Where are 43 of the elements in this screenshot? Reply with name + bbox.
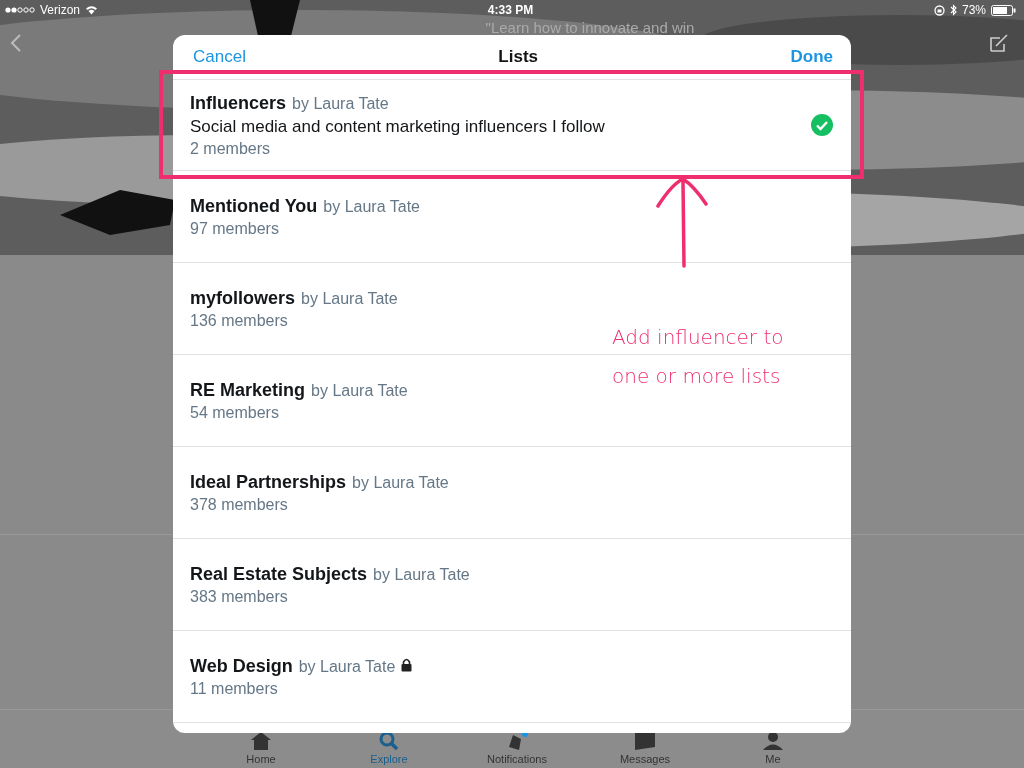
cancel-button[interactable]: Cancel — [193, 47, 246, 67]
member-count: 378 members — [190, 495, 289, 514]
list-name: Mentioned You — [190, 195, 318, 217]
battery-percent: 73% — [961, 3, 986, 17]
member-count: 383 members — [190, 587, 289, 606]
tab-item[interactable]: Explore — [325, 710, 453, 768]
list-owner: by Laura Tate — [298, 657, 396, 676]
tab-item[interactable]: Messages — [581, 710, 709, 768]
tab-item[interactable]: Home — [197, 710, 325, 768]
member-count: 136 members — [190, 311, 289, 330]
tab-item[interactable]: Me — [709, 710, 837, 768]
clock-time: 4:33 PM — [487, 3, 534, 17]
list-name: myfollowers — [190, 287, 296, 309]
done-button[interactable]: Done — [790, 47, 833, 67]
list-description: Social media and content marketing influencers I follow — [190, 116, 606, 137]
list-owner: by Laura Tate — [311, 381, 408, 400]
list-name: RE Marketing — [190, 379, 306, 401]
list-owner: by Laura Tate — [352, 473, 449, 492]
wifi-icon — [85, 5, 99, 15]
annotation-note: Add influencer to one or more lists — [612, 324, 784, 390]
list-name: Influencers — [190, 92, 287, 114]
battery-icon — [991, 4, 1016, 16]
list-name: Web Design — [190, 655, 293, 677]
carrier-name: Verizon — [40, 3, 81, 17]
list-owner: by Laura Tate — [292, 94, 389, 113]
search-icon — [378, 731, 400, 751]
tab-item[interactable]: Notifications — [453, 710, 581, 768]
list-owner: by Laura Tate — [323, 197, 420, 216]
list-owner: by Laura Tate — [301, 289, 398, 308]
compose-icon[interactable] — [988, 32, 1010, 54]
list-name: Ideal Partnerships — [190, 471, 347, 493]
member-count: 54 members — [190, 403, 280, 422]
member-count: 97 members — [190, 219, 280, 238]
member-count: 2 members — [190, 139, 272, 158]
signal-icon — [5, 6, 35, 14]
house-icon — [249, 731, 273, 751]
bluetooth-icon — [949, 4, 957, 16]
dialog-title: Lists — [498, 47, 539, 67]
member-count: 11 members — [190, 679, 279, 698]
list-name: Real Estate Subjects — [190, 563, 368, 585]
rotation-lock-icon — [933, 4, 945, 16]
person-icon — [761, 731, 785, 751]
list-owner: by Laura Tate — [373, 565, 470, 584]
